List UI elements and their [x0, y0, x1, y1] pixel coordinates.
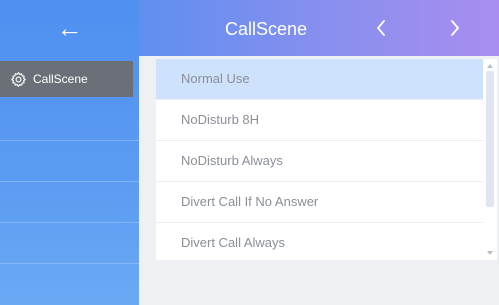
- list-item-nodisturb-8h[interactable]: NoDisturb 8H: [156, 99, 483, 140]
- gear-icon: [9, 70, 27, 88]
- sidebar-divider: [0, 181, 139, 182]
- back-arrow-icon: ←: [56, 13, 83, 43]
- list-item-divert-always[interactable]: Divert Call Always: [156, 222, 483, 260]
- scroll-down-arrow-icon[interactable]: [485, 248, 495, 258]
- sidebar: ← CallScene: [0, 0, 139, 305]
- list-item-divert-if-no-answer[interactable]: Divert Call If No Answer: [156, 181, 483, 222]
- list-item-normal-use[interactable]: Normal Use: [156, 59, 483, 99]
- sidebar-item-callscene[interactable]: CallScene: [0, 61, 133, 97]
- chevron-right-icon: [451, 20, 459, 36]
- header-bar: CallScene: [139, 0, 499, 56]
- sidebar-divider: [0, 263, 139, 264]
- sidebar-item-label: CallScene: [33, 72, 88, 86]
- list-item-nodisturb-always[interactable]: NoDisturb Always: [156, 140, 483, 181]
- chevron-left-icon: [377, 20, 385, 36]
- prev-page-button[interactable]: [361, 0, 401, 56]
- back-button[interactable]: ←: [0, 0, 139, 56]
- page-title: CallScene: [225, 19, 308, 39]
- next-page-button[interactable]: [435, 0, 475, 56]
- sidebar-divider: [0, 222, 139, 223]
- callscene-options-list: Normal Use NoDisturb 8H NoDisturb Always…: [156, 59, 483, 260]
- scroll-up-arrow-icon[interactable]: [485, 61, 495, 71]
- sidebar-divider: [0, 140, 139, 141]
- list-scrollbar[interactable]: [483, 59, 497, 260]
- scrollbar-thumb[interactable]: [486, 71, 494, 207]
